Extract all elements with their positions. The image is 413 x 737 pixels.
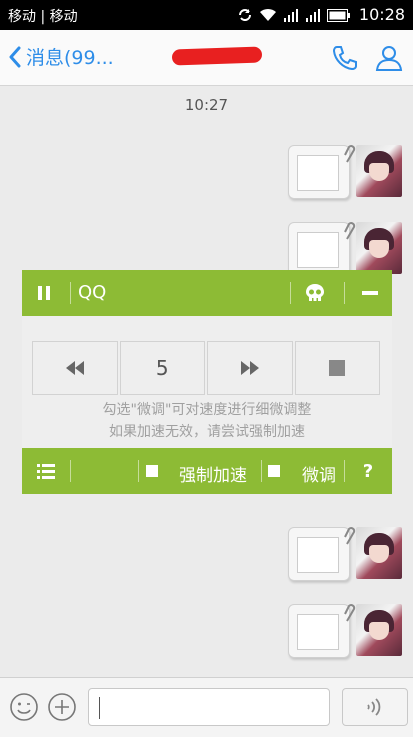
back-label: 消息(99... (26, 47, 114, 69)
avatar[interactable] (356, 222, 402, 274)
smiley-icon (10, 693, 38, 721)
pause-icon (38, 286, 50, 300)
message-item (288, 145, 404, 207)
message-timestamp: 10:27 (184, 96, 229, 114)
speed-control-panel: QQ 5 勾选"微调"可对速度进行细微调整 如果加速无效，请尝试强制加速 强制加… (22, 270, 392, 494)
menu-button[interactable] (34, 460, 58, 482)
paperclip-icon (343, 526, 357, 550)
file-message-bubble[interactable] (288, 604, 356, 658)
pause-button[interactable] (32, 281, 56, 305)
avatar[interactable] (356, 604, 402, 656)
fast-forward-icon (240, 361, 259, 375)
back-button[interactable]: 消息(99... (8, 43, 114, 70)
tip-line-1: 勾选"微调"可对速度进行细微调整 (102, 402, 312, 418)
force-speed-label: 强制加速 (179, 466, 247, 486)
battery-icon (327, 8, 351, 26)
message-item (288, 604, 404, 666)
speed-controls: 5 (32, 341, 380, 395)
avatar[interactable] (356, 527, 402, 579)
panel-bottom-bar: 强制加速 微调 ? (22, 448, 392, 494)
fine-tune-checkbox[interactable] (266, 463, 282, 479)
file-message-bubble[interactable] (288, 222, 356, 276)
plus-circle-icon (48, 693, 76, 721)
tip-line-2: 如果加速无效，请尝试强制加速 (109, 424, 305, 440)
emoji-button[interactable] (9, 692, 39, 722)
voice-input-button[interactable] (342, 688, 408, 726)
help-button[interactable]: ? (356, 459, 380, 483)
status-icons (237, 7, 351, 27)
slow-down-button[interactable] (32, 341, 118, 395)
redacted-contact-name (171, 46, 263, 66)
paperclip-icon (343, 144, 357, 168)
paperclip-icon (343, 221, 357, 245)
file-message-bubble[interactable] (288, 145, 356, 199)
carrier-label: 移动 | 移动 (8, 9, 78, 25)
avatar[interactable] (356, 145, 402, 197)
list-icon (37, 464, 55, 479)
phone-icon (332, 46, 357, 71)
message-text-input[interactable] (88, 688, 330, 726)
speed-up-button[interactable] (207, 341, 293, 395)
force-speed-checkbox[interactable] (144, 463, 160, 479)
skull-icon (306, 284, 324, 301)
skull-button[interactable] (302, 280, 328, 306)
stop-icon (329, 360, 346, 376)
message-item (288, 527, 404, 589)
minimize-button[interactable] (358, 281, 382, 305)
paperclip-icon (343, 603, 357, 627)
target-app-label: QQ (78, 282, 107, 303)
signal-2-icon (305, 8, 321, 26)
signal-1-icon (283, 8, 299, 26)
file-message-bubble[interactable] (288, 527, 356, 581)
speed-value: 5 (119, 341, 205, 395)
status-time: 10:28 (358, 5, 405, 24)
chevron-left-icon (9, 46, 21, 67)
more-button[interactable] (47, 692, 77, 722)
minus-icon (362, 291, 378, 295)
phone-call-button[interactable] (330, 43, 360, 73)
wifi-icon (259, 8, 277, 26)
stop-button[interactable] (294, 341, 380, 395)
person-icon (375, 46, 403, 71)
fine-tune-label: 微调 (302, 466, 336, 486)
chat-header: 消息(99... (0, 30, 413, 86)
panel-top-bar: QQ (22, 270, 392, 316)
profile-button[interactable] (374, 43, 404, 73)
rewind-icon (65, 361, 84, 375)
voice-wave-icon (367, 698, 381, 716)
status-bar: 移动 | 移动 10:28 (0, 0, 413, 30)
message-input-bar (0, 677, 413, 737)
sync-icon (237, 7, 253, 27)
